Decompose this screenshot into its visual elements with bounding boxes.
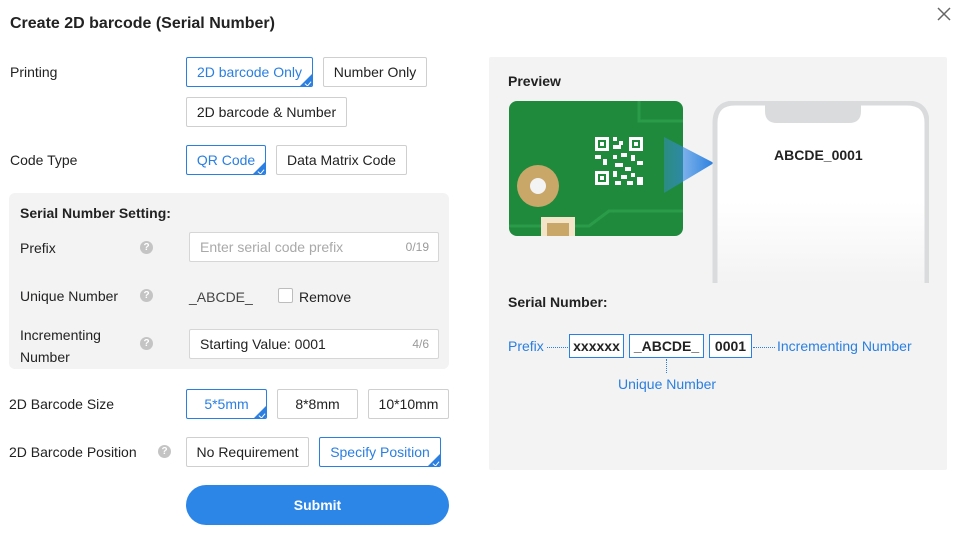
remove-label: Remove (299, 289, 352, 305)
code-type-option-data-matrix[interactable]: Data Matrix Code (276, 145, 407, 175)
prefix-placeholder: Enter serial code prefix (200, 239, 344, 255)
prefix-counter: 0/19 (405, 240, 429, 254)
question-circle-icon[interactable]: ? (140, 337, 153, 350)
printing-option-label: 2D barcode & Number (196, 104, 337, 120)
prefix-label: Prefix (20, 240, 56, 256)
question-circle-icon[interactable]: ? (140, 241, 153, 254)
remove-checkbox[interactable] (278, 288, 293, 303)
barcode-size-option-label: 8*8mm (295, 396, 340, 412)
incrementing-annotation: Incrementing Number (777, 338, 912, 354)
barcode-size-option-label: 5*5mm (204, 396, 249, 412)
phone-serial-text: ABCDE_0001 (774, 147, 863, 163)
code-type-option-label: QR Code (196, 152, 256, 168)
preview-title: Preview (508, 73, 561, 89)
code-type-label: Code Type (10, 152, 78, 168)
incrementing-number-input[interactable]: Starting Value: 0001 4/6 (189, 329, 439, 359)
question-circle-icon[interactable]: ? (140, 289, 153, 302)
increment-box: 0001 (709, 334, 752, 358)
printing-option-label: 2D barcode Only (196, 64, 303, 80)
unique-annotation: Unique Number (618, 376, 717, 392)
unique-box: _ABCDE_ (629, 334, 704, 358)
barcode-size-label: 2D Barcode Size (9, 396, 115, 412)
printing-option-label: Number Only (333, 64, 417, 80)
serial-number-setting-panel: Serial Number Setting: Prefix ? Enter se… (9, 193, 449, 369)
printing-option-2d-and-number[interactable]: 2D barcode & Number (186, 97, 347, 127)
incrementing-number-label: Incrementing Number (20, 327, 101, 365)
incrementing-counter: 4/6 (412, 337, 429, 351)
printing-option-2d-only[interactable]: 2D barcode Only (186, 57, 313, 87)
serial-setting-heading: Serial Number Setting: (20, 205, 171, 221)
barcode-size-option-5x5[interactable]: 5*5mm (186, 389, 267, 419)
prefix-box: xxxxxx (569, 334, 624, 358)
serial-number-title: Serial Number: (508, 294, 608, 310)
code-type-option-label: Data Matrix Code (287, 152, 396, 168)
barcode-position-option-specify[interactable]: Specify Position (319, 437, 441, 467)
prefix-input[interactable]: Enter serial code prefix 0/19 (189, 232, 439, 262)
barcode-position-option-no-requirement[interactable]: No Requirement (186, 437, 309, 467)
unique-number-label: Unique Number (20, 288, 119, 304)
barcode-position-label: 2D Barcode Position (9, 444, 137, 460)
incrementing-value: Starting Value: 0001 (200, 336, 326, 352)
submit-button[interactable]: Submit (186, 485, 449, 525)
close-icon[interactable] (934, 4, 954, 24)
unique-number-value: _ABCDE_ (189, 289, 253, 305)
barcode-size-option-8x8[interactable]: 8*8mm (277, 389, 358, 419)
pcb-phone-illustration (509, 101, 929, 283)
question-circle-icon[interactable]: ? (158, 445, 171, 458)
printing-option-number-only[interactable]: Number Only (323, 57, 427, 87)
preview-panel: Preview ABCDE_0001 Serial Number: Prefix… (489, 57, 947, 470)
prefix-annotation: Prefix (508, 338, 544, 354)
barcode-size-option-label: 10*10mm (378, 396, 439, 412)
dialog-title: Create 2D barcode (Serial Number) (10, 15, 275, 32)
code-type-option-qr[interactable]: QR Code (186, 145, 266, 175)
barcode-position-option-label: No Requirement (196, 444, 299, 460)
barcode-size-option-10x10[interactable]: 10*10mm (368, 389, 449, 419)
printing-label: Printing (10, 64, 58, 80)
barcode-position-option-label: Specify Position (330, 444, 430, 460)
